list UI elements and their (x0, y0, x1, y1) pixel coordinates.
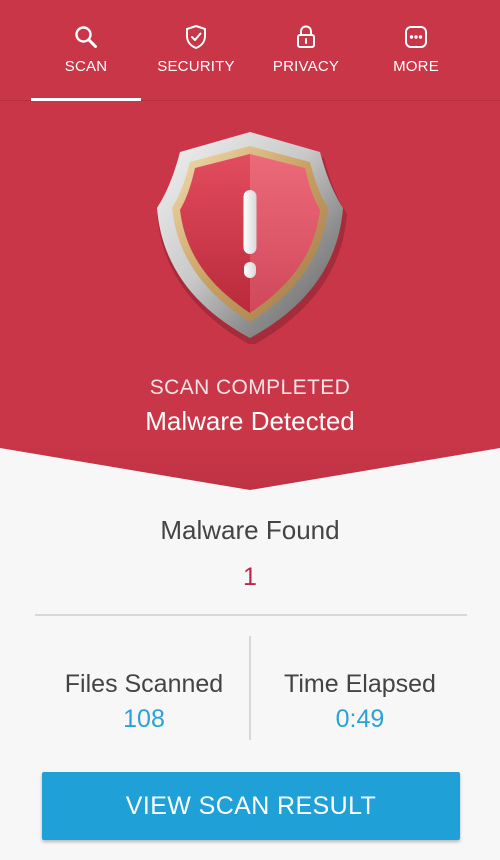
tab-security[interactable]: SECURITY (141, 0, 251, 100)
time-elapsed-value: 0:49 (335, 705, 385, 733)
tab-more[interactable]: MORE (361, 0, 471, 100)
lock-icon (293, 24, 319, 50)
view-scan-result-button[interactable]: VIEW SCAN RESULT (42, 772, 460, 840)
time-elapsed-label: Time Elapsed (284, 670, 436, 698)
time-elapsed-stat: Time Elapsed 0:49 (250, 670, 470, 734)
malware-detected-label: Malware Detected (145, 406, 355, 436)
tab-scan[interactable]: SCAN (31, 0, 141, 101)
files-scanned-label: Files Scanned (64, 670, 224, 698)
files-scanned-value: 108 (123, 705, 165, 733)
tab-privacy-label: PRIVACY (272, 58, 340, 75)
active-tab-indicator (31, 98, 141, 101)
tab-bar: SCAN SECURITY PRIVACY MORE (0, 0, 500, 101)
search-icon (73, 24, 99, 50)
tab-more-label: MORE (393, 58, 439, 75)
warning-shield-icon (150, 124, 350, 346)
scan-completed-label: SCAN COMPLETED (149, 376, 351, 399)
more-dots-icon (403, 24, 429, 50)
app-screen: SCAN SECURITY PRIVACY MORE SCAN COMPLETE… (0, 0, 500, 860)
files-scanned-stat: Files Scanned 108 (34, 670, 254, 734)
tab-security-label: SECURITY (157, 58, 235, 75)
horizontal-divider (35, 614, 467, 616)
shield-check-icon (183, 24, 209, 50)
tab-privacy[interactable]: PRIVACY (251, 0, 361, 100)
malware-found-label: Malware Found (160, 515, 340, 545)
tab-scan-label: SCAN (64, 58, 108, 75)
malware-found-count: 1 (243, 563, 257, 591)
